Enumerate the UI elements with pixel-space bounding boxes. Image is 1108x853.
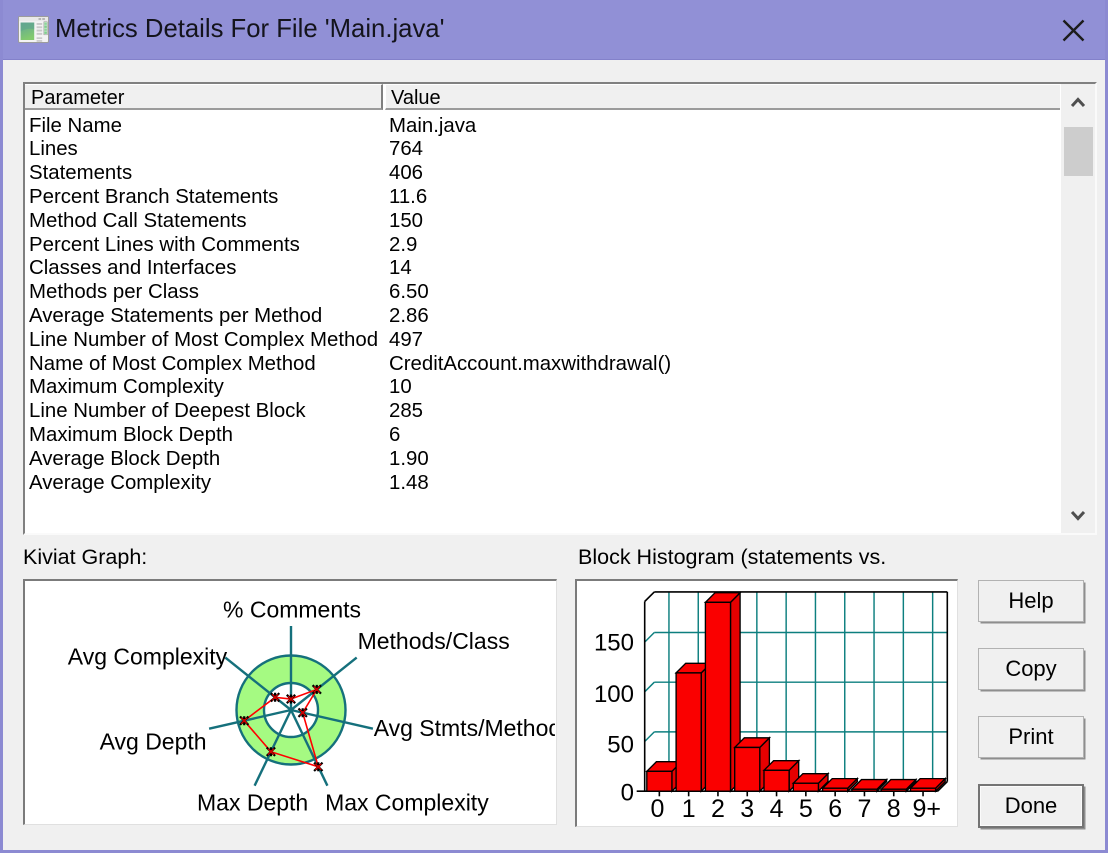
svg-text:2: 2 <box>711 795 725 823</box>
svg-text:0: 0 <box>621 780 634 807</box>
svg-text:7: 7 <box>857 795 871 823</box>
svg-text:4: 4 <box>770 795 784 823</box>
svg-text:5: 5 <box>799 795 813 823</box>
svg-text:50: 50 <box>607 731 634 758</box>
svg-text:Max Depth: Max Depth <box>197 790 308 816</box>
svg-text:0: 0 <box>651 795 665 823</box>
svg-text:9+: 9+ <box>913 795 942 823</box>
svg-text:Methods/Class: Methods/Class <box>358 628 510 654</box>
svg-text:100: 100 <box>594 681 634 708</box>
svg-text:Avg Depth: Avg Depth <box>100 728 207 754</box>
svg-text:Avg Complexity: Avg Complexity <box>68 644 228 670</box>
svg-text:8: 8 <box>887 795 901 823</box>
svg-text:3: 3 <box>740 795 754 823</box>
svg-text:150: 150 <box>594 630 634 657</box>
svg-text:Avg Stmts/Method: Avg Stmts/Method <box>374 715 555 741</box>
svg-text:6: 6 <box>828 795 842 823</box>
svg-text:% Comments: % Comments <box>223 596 361 622</box>
svg-text:1: 1 <box>682 795 696 823</box>
svg-text:Max Complexity: Max Complexity <box>325 790 489 816</box>
